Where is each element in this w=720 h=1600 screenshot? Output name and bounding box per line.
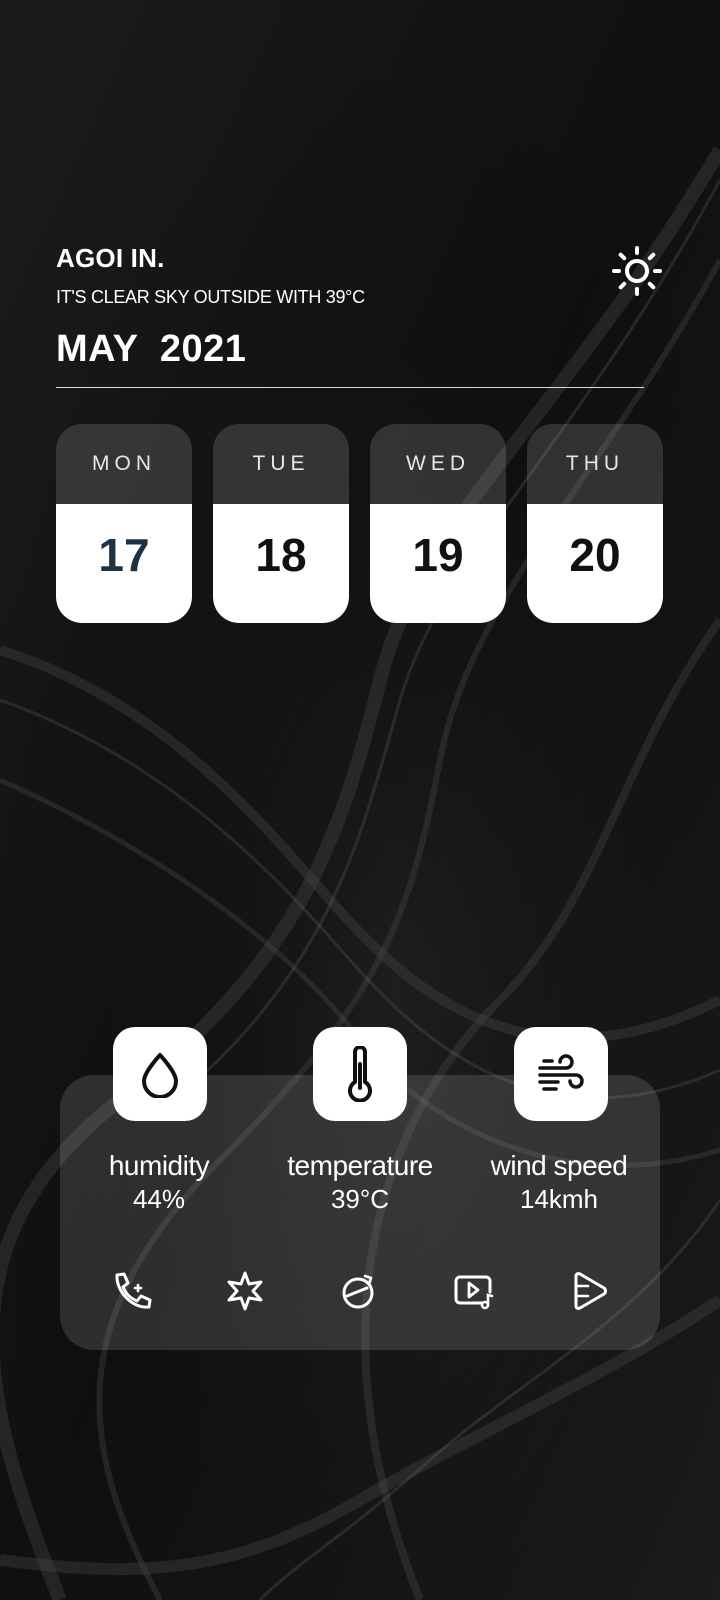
day-card-wed[interactable]: WED 19 bbox=[370, 424, 506, 623]
day-name: TUE bbox=[252, 452, 310, 475]
play-store-icon[interactable] bbox=[568, 1270, 610, 1312]
temperature-label: temperature bbox=[287, 1150, 433, 1181]
wind-speed-label: wind speed bbox=[490, 1150, 628, 1181]
day-number: 18 bbox=[213, 504, 349, 623]
day-number: 19 bbox=[370, 504, 506, 623]
day-name: MON bbox=[92, 452, 156, 475]
sun-icon[interactable] bbox=[612, 246, 662, 296]
droplet-icon bbox=[142, 1053, 178, 1098]
flower-icon[interactable] bbox=[224, 1270, 266, 1312]
day-name: WED bbox=[406, 452, 470, 475]
divider bbox=[56, 387, 644, 388]
humidity-value: 44% bbox=[132, 1184, 186, 1214]
thermometer-icon bbox=[348, 1046, 372, 1102]
wind-icon bbox=[538, 1054, 584, 1091]
temperature-value: 39°C bbox=[330, 1184, 390, 1214]
app-title: AGOI IN. bbox=[56, 243, 165, 273]
video-music-icon[interactable] bbox=[452, 1270, 494, 1312]
day-card-mon[interactable]: MON 17 bbox=[56, 424, 192, 623]
compass-icon[interactable] bbox=[337, 1270, 379, 1312]
day-card-thu[interactable]: THU 20 bbox=[527, 424, 663, 623]
day-number: 17 bbox=[56, 504, 192, 623]
phone-icon[interactable] bbox=[111, 1270, 153, 1312]
temperature-button[interactable] bbox=[313, 1027, 407, 1121]
month-year: MAY 2021 bbox=[56, 328, 247, 370]
day-number: 20 bbox=[527, 504, 663, 623]
wallpaper bbox=[0, 0, 720, 1600]
wind-speed-value: 14kmh bbox=[519, 1184, 599, 1214]
humidity-button[interactable] bbox=[113, 1027, 207, 1121]
humidity-label: humidity bbox=[108, 1150, 210, 1181]
wind-speed-button[interactable] bbox=[514, 1027, 608, 1121]
weather-summary: IT'S CLEAR SKY OUTSIDE WITH 39°C bbox=[56, 287, 365, 307]
day-name: THU bbox=[565, 452, 625, 475]
day-card-tue[interactable]: TUE 18 bbox=[213, 424, 349, 623]
